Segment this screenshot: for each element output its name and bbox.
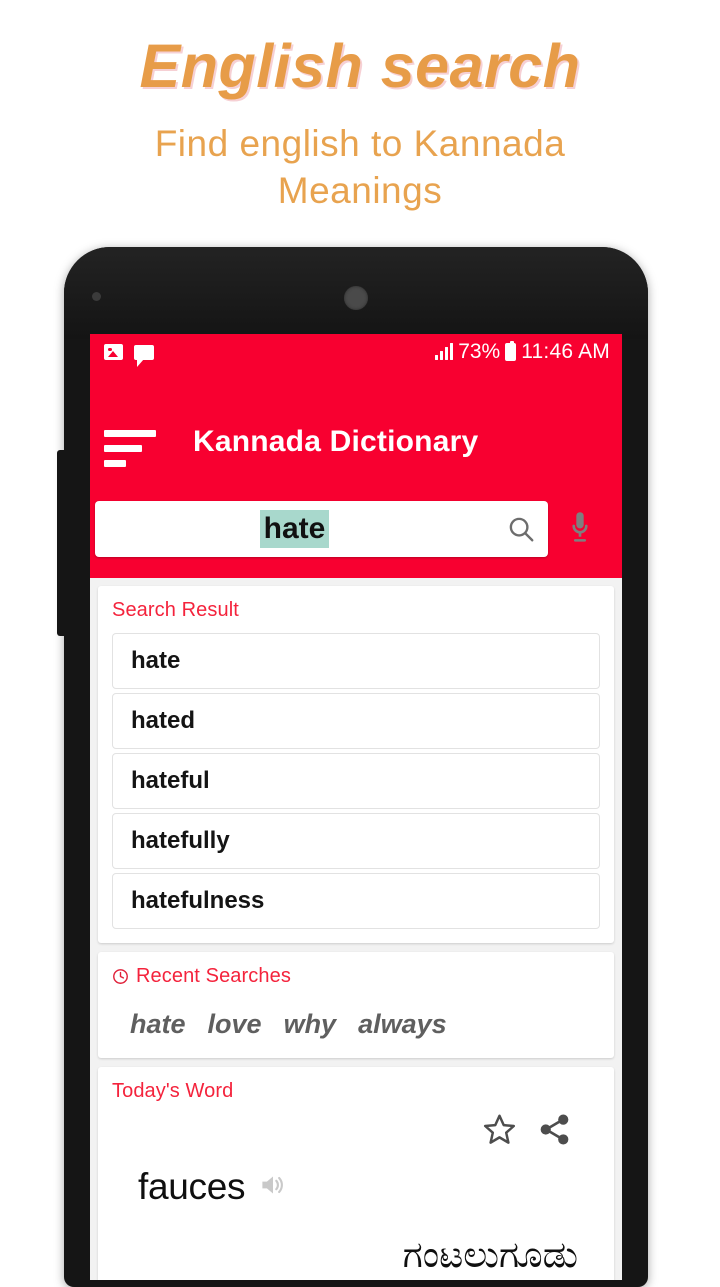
screen-content: Search Result hate hated hateful hateful…: [90, 578, 622, 1280]
todays-word-text: fauces: [138, 1166, 246, 1207]
search-result-card: Search Result hate hated hateful hateful…: [98, 586, 614, 943]
recent-search-chip[interactable]: hate: [130, 1009, 186, 1040]
search-result-label-text: Search Result: [112, 599, 239, 621]
recent-searches-card: Recent Searches hate love why always: [98, 952, 614, 1058]
search-result-list: hate hated hateful hatefully hatefulness: [112, 633, 600, 929]
recent-search-chip[interactable]: why: [284, 1009, 337, 1040]
search-value-wrap: hate: [95, 510, 494, 548]
app-bar: Kannada Dictionary hate: [90, 370, 622, 578]
recent-searches-list: hate love why always: [112, 999, 600, 1044]
chat-icon: [134, 344, 154, 367]
todays-word-meaning: ಗಂಟಲುಗೂಡು: [402, 1234, 578, 1275]
promo-subtitle: Find english to Kannada Meanings: [154, 123, 566, 212]
status-bar-right: 73% 11:46 AM: [434, 340, 610, 364]
search-input[interactable]: hate: [95, 501, 548, 557]
volume-button[interactable]: [57, 450, 66, 636]
promo-title: English search: [139, 32, 581, 100]
list-item[interactable]: hateful: [112, 753, 600, 809]
search-result-label: Search Result: [112, 599, 600, 622]
search-icon[interactable]: [494, 514, 548, 544]
star-outline-icon[interactable]: [482, 1112, 517, 1152]
list-item[interactable]: hate: [112, 633, 600, 689]
todays-word-label: Today's Word: [112, 1080, 600, 1103]
front-camera-icon: [344, 286, 368, 310]
battery-icon: [505, 341, 517, 361]
recent-searches-label-text: Recent Searches: [136, 965, 291, 987]
list-item[interactable]: hatefully: [112, 813, 600, 869]
status-bar: 73% 11:46 AM: [90, 334, 622, 370]
promo-header: English search Find english to Kannada M…: [0, 0, 720, 215]
recent-search-chip[interactable]: always: [358, 1009, 447, 1040]
list-item[interactable]: hated: [112, 693, 600, 749]
proximity-sensor-icon: [92, 292, 101, 301]
clock-icon: [112, 968, 129, 985]
search-row: hate: [90, 501, 622, 557]
battery-percent: 73%: [458, 340, 501, 363]
todays-word-label-text: Today's Word: [112, 1080, 234, 1102]
status-time: 11:46 AM: [521, 340, 610, 363]
microphone-icon[interactable]: [548, 510, 612, 548]
todays-word-actions: [112, 1112, 600, 1152]
hamburger-menu-icon[interactable]: [104, 430, 156, 475]
share-icon[interactable]: [537, 1112, 572, 1152]
recent-search-chip[interactable]: love: [208, 1009, 262, 1040]
status-bar-left: [104, 344, 154, 367]
speaker-icon[interactable]: [258, 1170, 288, 1205]
todays-word-card: Today's Word fauces ಗಂಟಲುಗೂಡು: [98, 1067, 614, 1280]
signal-bars-icon: [434, 343, 454, 360]
app-title: Kannada Dictionary: [193, 425, 479, 458]
list-item[interactable]: hatefulness: [112, 873, 600, 929]
recent-searches-label: Recent Searches: [112, 965, 600, 988]
photo-icon: [104, 344, 123, 360]
todays-word-row: fauces: [112, 1152, 600, 1208]
search-input-value: hate: [259, 510, 330, 548]
phone-screen: 73% 11:46 AM Kannada Dictionary hate Sea…: [90, 334, 622, 1280]
